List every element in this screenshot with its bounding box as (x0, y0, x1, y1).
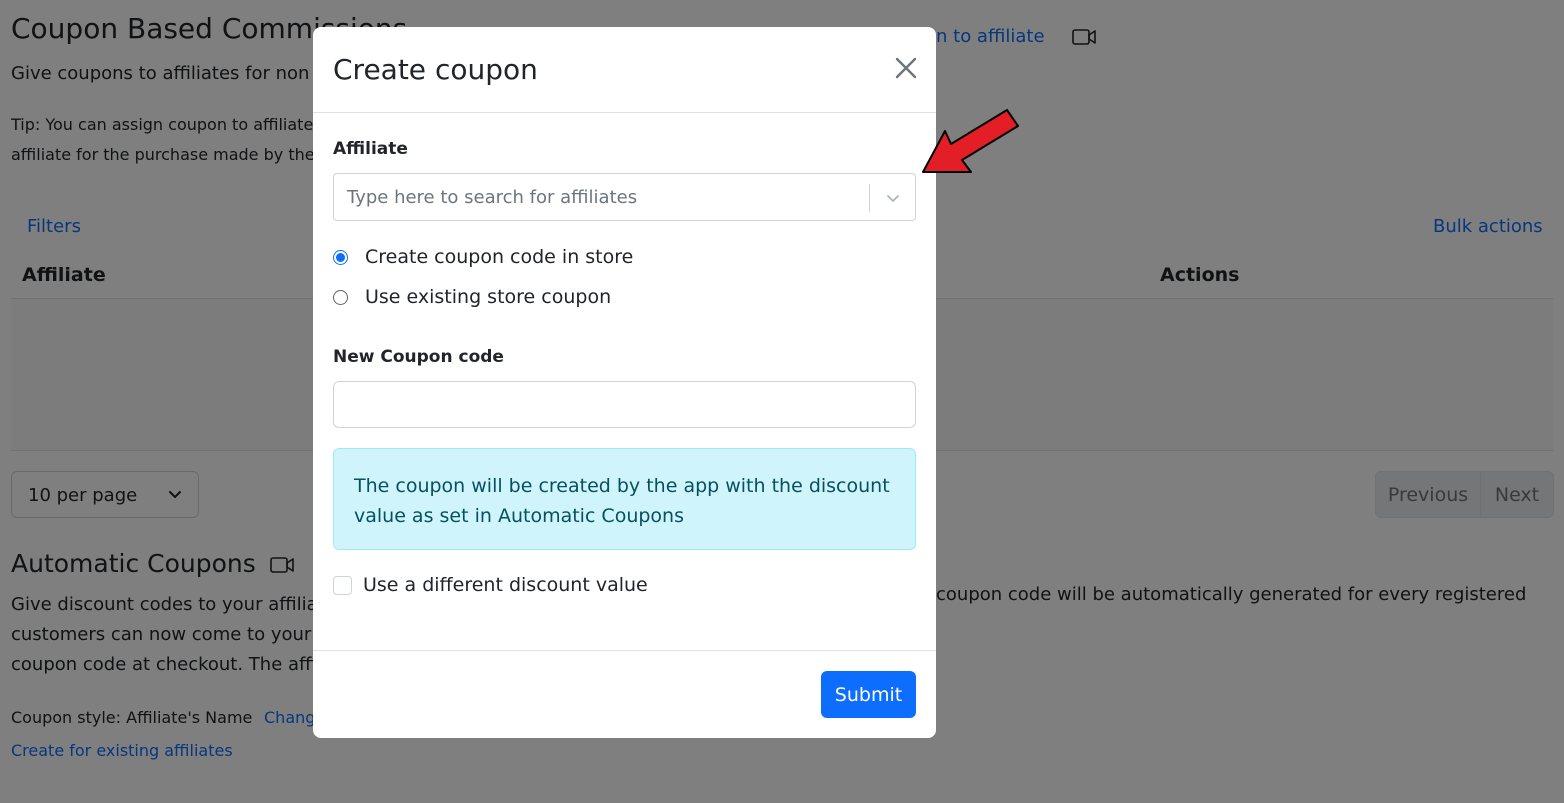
different-discount-checkbox-row[interactable]: Use a different discount value (333, 574, 648, 596)
affiliate-search-select[interactable]: Type here to search for affiliates (333, 173, 916, 221)
close-icon[interactable] (891, 53, 921, 83)
red-arrow-icon (922, 109, 1019, 173)
radio-create-in-store-label: Create coupon code in store (365, 246, 634, 268)
create-coupon-modal: Create coupon Affiliate Type here to sea… (313, 27, 936, 738)
submit-button[interactable]: Submit (821, 671, 916, 718)
radio-use-existing-label: Use existing store coupon (365, 286, 612, 308)
select-separator (869, 184, 870, 212)
info-alert: The coupon will be created by the app wi… (333, 448, 916, 550)
radio-use-existing-control[interactable] (333, 289, 348, 305)
chevron-down-icon[interactable] (885, 190, 901, 206)
radio-use-existing[interactable]: Use existing store coupon (333, 286, 611, 308)
different-discount-label: Use a different discount value (363, 574, 648, 596)
radio-create-in-store[interactable]: Create coupon code in store (333, 246, 633, 268)
affiliate-search-placeholder: Type here to search for affiliates (347, 187, 638, 208)
radio-create-in-store-control[interactable] (333, 249, 348, 265)
modal-footer: Submit (313, 650, 936, 738)
new-coupon-code-label: New Coupon code (333, 347, 504, 367)
affiliate-label: Affiliate (333, 139, 408, 159)
modal-header: Create coupon (313, 27, 936, 113)
modal-title: Create coupon (333, 53, 538, 86)
new-coupon-code-input[interactable] (333, 381, 916, 428)
different-discount-checkbox[interactable] (333, 575, 352, 595)
